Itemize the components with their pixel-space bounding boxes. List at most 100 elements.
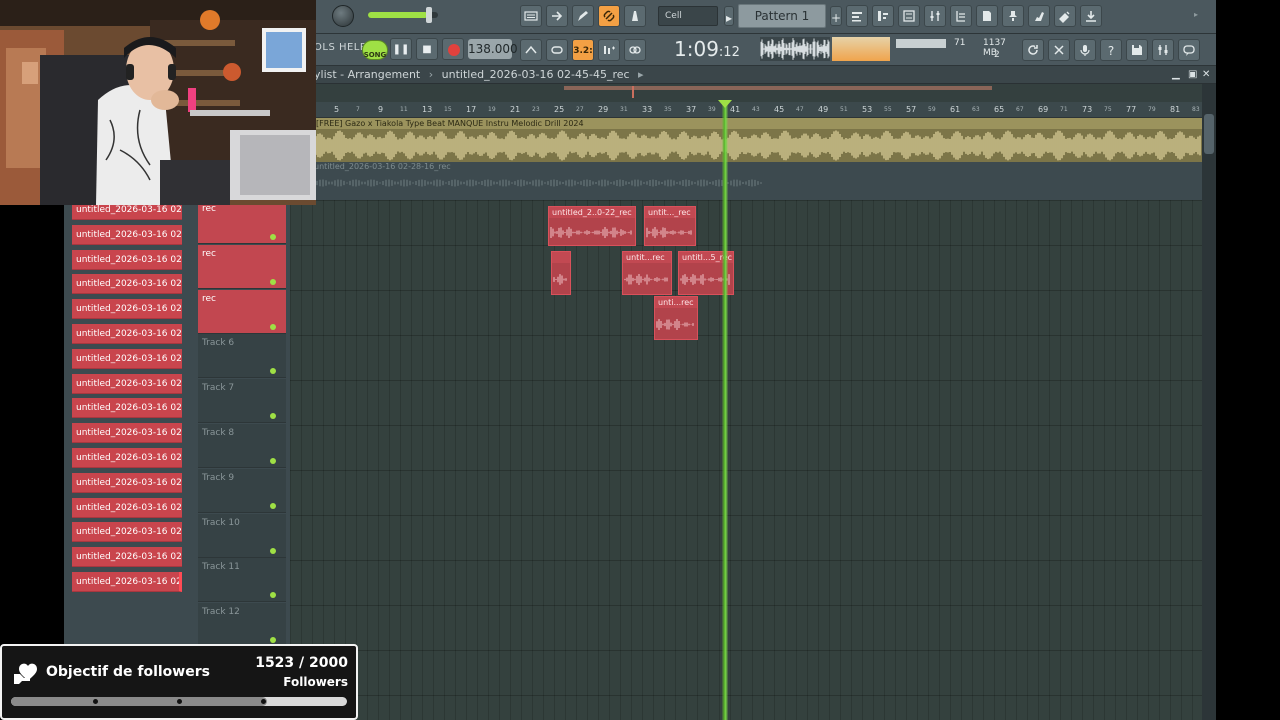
cpu-value: 71 — [954, 38, 966, 48]
record-button[interactable] — [442, 38, 464, 60]
loop-record-icon[interactable] — [546, 39, 568, 61]
track-enable-led[interactable] — [270, 323, 276, 330]
picker-item[interactable]: untitled_2026-03-16 02... — [72, 472, 182, 493]
track-header[interactable]: rec — [198, 289, 286, 334]
track-header[interactable]: Track 10 — [198, 513, 286, 558]
playlist-overview-bar[interactable] — [314, 84, 1216, 102]
track-header[interactable]: Track 11 — [198, 558, 286, 603]
track-header[interactable]: Track 8 — [198, 424, 286, 468]
link-icon[interactable] — [598, 5, 620, 27]
picker-item[interactable]: untitled_2026-03-16 02... — [72, 324, 182, 344]
track-enable-led[interactable] — [270, 592, 276, 599]
tempo-display[interactable]: 138.000 — [468, 39, 518, 59]
blend-notes-icon[interactable] — [624, 39, 646, 61]
picker-item[interactable]: untitled_2026-03-16 02... — [72, 522, 182, 543]
audio-rec-clip[interactable] — [551, 251, 571, 295]
playhead-marker-icon[interactable] — [718, 100, 732, 108]
minimize-icon[interactable]: ▁ — [1172, 66, 1180, 84]
track-enable-led[interactable] — [270, 502, 276, 509]
hardware-icon[interactable] — [1152, 39, 1174, 61]
step-edit-icon[interactable] — [598, 39, 620, 61]
arrangement-name[interactable]: untitled_2026-03-16 02-45-45_rec — [442, 68, 630, 81]
picker-item[interactable]: untitled_2026-03-16 02... — [72, 497, 182, 518]
track-enable-led[interactable] — [270, 458, 276, 464]
typing-keyboard-icon[interactable] — [520, 5, 542, 27]
track-enable-led[interactable] — [270, 413, 276, 420]
track-enable-led[interactable] — [270, 278, 276, 285]
pencil-icon[interactable] — [572, 5, 594, 27]
help-icon[interactable]: ? — [1100, 39, 1122, 61]
vertical-scrollbar[interactable] — [1202, 84, 1216, 720]
audio-rec-clip[interactable]: unti...rec — [654, 296, 698, 340]
stop-button[interactable]: ■ — [416, 38, 438, 60]
track-header[interactable]: rec — [198, 200, 286, 244]
pattern-prev-button[interactable]: ▸ — [724, 6, 734, 26]
metronome-icon[interactable] — [624, 5, 646, 27]
picker-item[interactable]: untitled_2026-03-16 02... — [72, 572, 182, 592]
ruler-number: 5 — [334, 105, 340, 114]
audio-rec-clip[interactable]: untitled_2..0-22_rec — [548, 206, 636, 246]
toolbar-more-icon[interactable]: ▸ — [1194, 10, 1198, 19]
playlist-icon[interactable] — [846, 5, 868, 27]
plugin-icon[interactable] — [1002, 5, 1024, 27]
snap-select[interactable]: Cell — [658, 6, 718, 26]
piano-roll-icon[interactable] — [872, 5, 894, 27]
scrollbar-thumb[interactable] — [1204, 114, 1214, 154]
tools-icon[interactable] — [1048, 39, 1070, 61]
touch-controller-icon[interactable] — [1028, 5, 1050, 27]
pattern-select[interactable]: Pattern 1 — [738, 4, 826, 28]
track-header[interactable]: Track 6 — [198, 334, 286, 379]
clip-label: untit..._rec — [645, 207, 695, 218]
file-icon[interactable] — [976, 5, 998, 27]
picker-item[interactable]: untitled_2026-03-16 02... — [72, 373, 182, 394]
maximize-icon[interactable]: ▣ — [1188, 66, 1197, 84]
audio-clip[interactable]: [FREE] Gazo x Tiakola Type Beat MANQUE I… — [314, 118, 1202, 162]
browser-icon[interactable] — [950, 5, 972, 27]
song-time-display[interactable]: 1:09:12 — [674, 35, 746, 63]
picker-item[interactable]: untitled_2026-03-16 02... — [72, 547, 182, 568]
audio-rec-clip[interactable]: untit...rec — [622, 251, 672, 295]
close-icon[interactable]: ✕ — [1202, 66, 1210, 84]
audio-rec-clip[interactable]: untit..._rec — [644, 206, 696, 246]
picker-item[interactable]: untitled_2026-03-16 02... — [72, 348, 182, 369]
save-icon[interactable] — [1126, 39, 1148, 61]
track-header[interactable]: Track 12 — [198, 603, 286, 648]
master-pitch-slider[interactable] — [368, 7, 438, 23]
countdown-toggle[interactable]: 3.2: — [572, 39, 594, 61]
picker-item[interactable]: untitled_2026-03-16 02... — [72, 448, 182, 468]
arrangement-dropdown-icon[interactable]: ▸ — [638, 68, 644, 81]
pause-button[interactable]: ❚❚ — [390, 38, 412, 60]
track-header[interactable]: rec — [198, 244, 286, 289]
slider-handle[interactable] — [426, 7, 432, 23]
goal-progress-bar — [11, 697, 347, 706]
channel-rack-icon[interactable] — [898, 5, 920, 27]
track-enable-led[interactable] — [270, 368, 276, 375]
plug-icon[interactable] — [1054, 5, 1076, 27]
track-enable-led[interactable] — [270, 547, 276, 554]
track-enable-led[interactable] — [270, 234, 276, 240]
arrow-right-icon[interactable] — [546, 5, 568, 27]
picker-item[interactable]: untitled_2026-03-16 02... — [72, 398, 182, 419]
picker-item[interactable]: untitled_2026-03-16 02... — [72, 299, 182, 320]
wait-input-icon[interactable] — [520, 39, 542, 61]
picker-item[interactable]: untitled_2026-03-16 02... — [72, 249, 182, 270]
timeline-ruler[interactable]: 5 9 13 17 21 25 29 33 37 41 45 49 53 57 61 65 69 73 77 81 7 1… — [314, 102, 1216, 118]
master-volume-knob[interactable] — [332, 5, 354, 27]
track-enable-led[interactable] — [270, 637, 276, 644]
mixer-icon[interactable] — [924, 5, 946, 27]
picker-item[interactable]: untitled_2026-03-16 02... — [72, 423, 182, 444]
ghost-clip[interactable]: untitled_2026-03-16 02-28-16_rec — [314, 162, 1202, 192]
refresh-icon[interactable] — [1022, 39, 1044, 61]
picker-item[interactable]: untitled_2026-03-16 02... — [72, 274, 182, 295]
picker-item[interactable]: untitled_2026-03-16 02... — [72, 224, 182, 245]
playlist-grid[interactable] — [290, 200, 1202, 720]
song-mode-toggle[interactable]: SONG — [362, 40, 388, 60]
track-header[interactable]: Track 9 — [198, 468, 286, 513]
track-header[interactable]: Track 7 — [198, 379, 286, 424]
chat-icon[interactable] — [1178, 39, 1200, 61]
download-icon[interactable] — [1080, 5, 1102, 27]
menu-tools-help[interactable]: OLS HELP — [314, 42, 366, 53]
microphone-icon[interactable] — [1074, 39, 1096, 61]
playhead[interactable] — [722, 102, 728, 720]
pattern-add-button[interactable]: + — [830, 6, 842, 26]
